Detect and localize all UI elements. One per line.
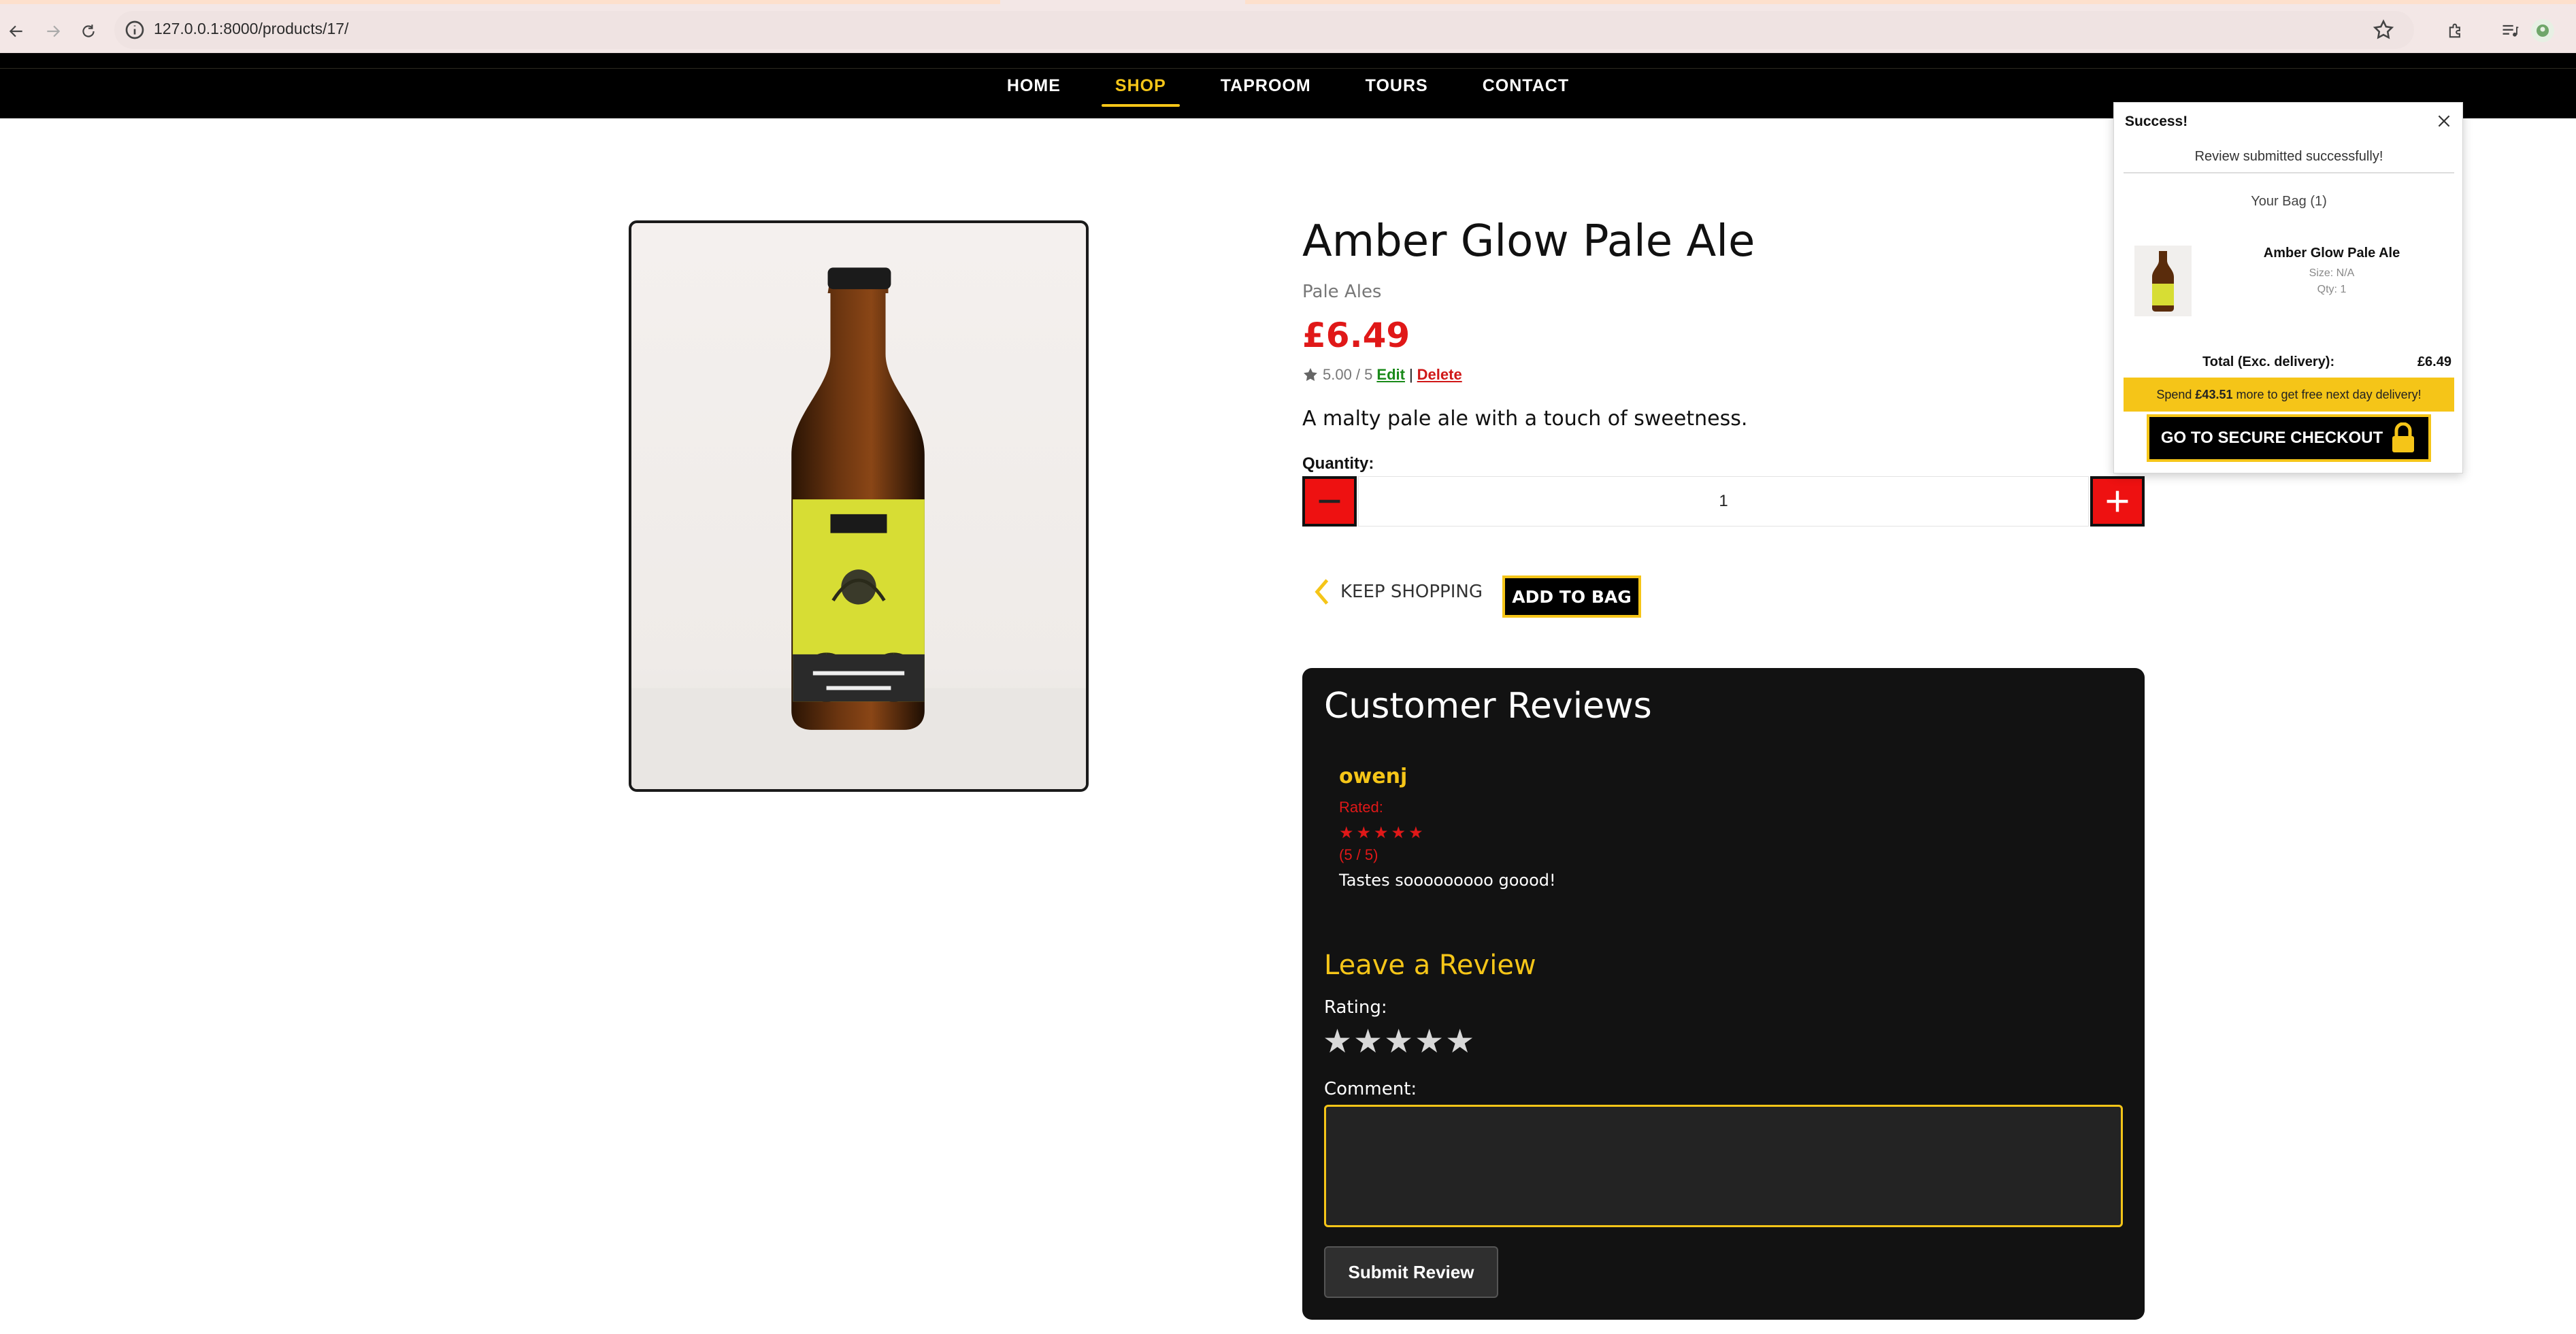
review-rated-label: Rated: xyxy=(1339,799,1383,816)
review-author: owenj xyxy=(1339,765,1408,788)
toast-message: Review submitted successfully! xyxy=(2124,149,2454,173)
bag-item-qty: Qty: 1 xyxy=(2317,284,2347,295)
success-toast: Success! Review submitted successfully! … xyxy=(2113,102,2463,473)
toast-close-button[interactable] xyxy=(2434,111,2454,131)
forward-button[interactable] xyxy=(39,18,67,45)
review-score: (5 / 5) xyxy=(1339,846,1378,863)
nav-taproom[interactable]: TAPROOM xyxy=(1207,69,1325,103)
rating-star-1[interactable]: ★ xyxy=(1323,1026,1352,1058)
add-to-bag-button[interactable]: ADD TO BAG xyxy=(1502,576,1641,618)
back-button[interactable] xyxy=(3,18,30,45)
checkout-label[interactable]: GO TO SECURE CHECKOUT xyxy=(2161,429,2383,448)
browser-toolbar: 127.0.0.1:8000/products/17/ xyxy=(0,4,2576,53)
quantity-stepper: 1 xyxy=(1302,476,2145,527)
forward-arrow-icon xyxy=(47,25,61,37)
bag-summary-label: Your Bag (1) xyxy=(2251,194,2327,209)
profile-avatar[interactable] xyxy=(2531,19,2554,42)
media-playlist-icon xyxy=(2503,24,2519,37)
keep-shopping-label[interactable]: KEEP SHOPPING xyxy=(1340,582,1483,602)
toast-heading: Success! xyxy=(2125,114,2188,129)
beer-bottle-image xyxy=(631,267,1086,789)
leave-review-heading: Leave a Review xyxy=(1324,950,1536,981)
free-delivery-prefix: Spend xyxy=(2156,387,2192,401)
free-delivery-banner: Spend £43.51 more to get free next day d… xyxy=(2124,378,2454,412)
rating-label: Rating: xyxy=(1324,997,1387,1018)
site-info-icon[interactable] xyxy=(124,19,146,41)
minus-icon xyxy=(1319,499,1340,503)
review-stars: ★★★★★ xyxy=(1339,824,1426,842)
nav-contact[interactable]: CONTACT xyxy=(1469,69,1583,103)
keep-shopping-link[interactable]: KEEP SHOPPING xyxy=(1313,577,1483,607)
bag-total-label: Total (Exc. delivery): xyxy=(2202,354,2335,369)
close-icon xyxy=(2438,115,2450,127)
url-text[interactable]: 127.0.0.1:8000/products/17/ xyxy=(154,20,348,38)
submit-review-button[interactable]: Submit Review xyxy=(1324,1246,1498,1298)
product-price: £6.49 xyxy=(1302,316,1410,355)
nav-home[interactable]: HOME xyxy=(993,69,1074,103)
quantity-input[interactable]: 1 xyxy=(1358,476,2089,527)
profile-icon xyxy=(2537,24,2549,37)
reload-button[interactable] xyxy=(75,18,102,45)
product-image xyxy=(629,220,1089,792)
bag-item-size: Size: N/A xyxy=(2309,267,2355,279)
customer-reviews-panel: Customer Reviews owenj Rated: ★★★★★ (5 /… xyxy=(1302,668,2145,1320)
review-comment: Tastes sooooooooo goood! xyxy=(1339,871,1556,890)
edit-link[interactable]: Edit xyxy=(1376,366,1405,384)
free-delivery-suffix: more to get free next day delivery! xyxy=(2236,387,2422,401)
address-bar[interactable]: 127.0.0.1:8000/products/17/ xyxy=(114,11,2414,49)
rating-star-5[interactable]: ★ xyxy=(1445,1026,1474,1058)
extensions-button[interactable] xyxy=(2443,18,2468,44)
bag-item-thumbnail xyxy=(2134,246,2192,316)
delete-link[interactable]: Delete xyxy=(1417,366,1462,384)
secure-checkout-button[interactable]: GO TO SECURE CHECKOUT xyxy=(2147,414,2431,462)
rating-value: 5.00 / 5 xyxy=(1323,366,1373,383)
comment-label: Comment: xyxy=(1324,1079,1417,1099)
rating-star-4[interactable]: ★ xyxy=(1415,1026,1444,1058)
reviews-heading: Customer Reviews xyxy=(1324,686,1652,727)
product-title: Amber Glow Pale Ale xyxy=(1302,216,1755,267)
bag-item-name: Amber Glow Pale Ale xyxy=(2263,246,2400,261)
quantity-label: Quantity: xyxy=(1302,454,1374,473)
plus-icon xyxy=(2107,490,2128,512)
rating-star-icon xyxy=(1304,368,1317,381)
reload-icon xyxy=(82,24,95,37)
chevron-left-icon xyxy=(1315,579,1329,605)
product-rating: 5.00 / 5 Edit | Delete xyxy=(1302,366,1462,384)
rating-star-3[interactable]: ★ xyxy=(1384,1026,1413,1058)
puzzle-icon xyxy=(2449,23,2460,38)
lock-icon xyxy=(2392,422,2415,452)
media-button[interactable] xyxy=(2497,18,2523,44)
increment-button[interactable] xyxy=(2090,476,2145,527)
product-description: A malty pale ale with a touch of sweetne… xyxy=(1302,407,1748,431)
free-delivery-amount: £43.51 xyxy=(2195,387,2233,401)
nav-tours[interactable]: TOURS xyxy=(1352,69,1442,103)
nav-shop[interactable]: SHOP xyxy=(1101,69,1180,107)
rating-star-picker: ★ ★ ★ ★ ★ xyxy=(1323,1026,1474,1058)
link-separator: | xyxy=(1408,366,1413,383)
bag-total-value: £6.49 xyxy=(2417,354,2451,369)
rating-star-2[interactable]: ★ xyxy=(1353,1026,1383,1058)
comment-textarea[interactable] xyxy=(1324,1105,2123,1227)
bookmark-star-icon[interactable] xyxy=(2372,18,2395,41)
product-category[interactable]: Pale Ales xyxy=(1302,282,1381,302)
bottle-thumbnail-image xyxy=(2152,251,2174,312)
decrement-button[interactable] xyxy=(1302,476,1357,527)
back-arrow-icon xyxy=(9,25,22,37)
